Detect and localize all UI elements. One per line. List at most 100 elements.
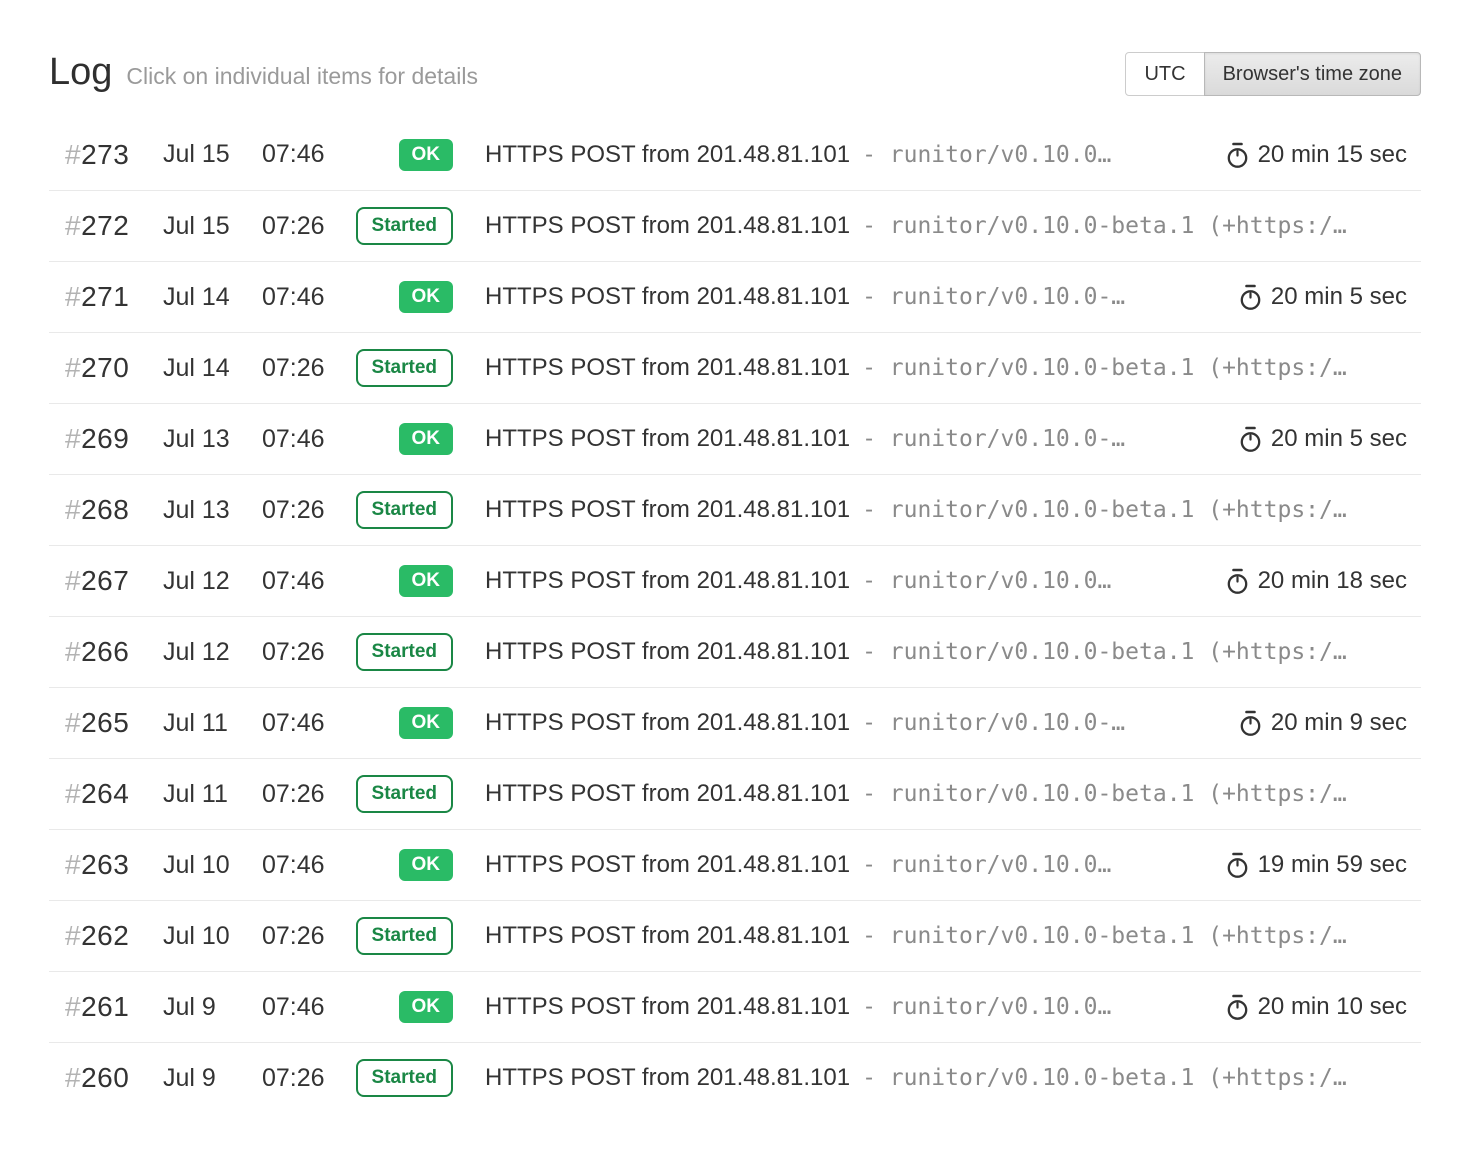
user-agent-text: - runitor/v0.10.0-beta.1 (+https:/… — [862, 497, 1347, 523]
browser-timezone-button[interactable]: Browser's time zone — [1204, 52, 1421, 96]
status-badge: OK — [399, 707, 454, 739]
event-id: #261 — [49, 991, 163, 1023]
user-agent-text: - runitor/v0.10.0… — [862, 852, 1111, 878]
log-row[interactable]: #262 Jul 10 07:26 Started HTTPS POST fro… — [49, 900, 1421, 971]
event-date: Jul 15 — [163, 212, 262, 241]
log-table: #273 Jul 15 07:46 OK HTTPS POST from 201… — [49, 119, 1421, 1113]
event-time: 07:26 — [262, 212, 358, 241]
status-badge: Started — [356, 349, 453, 387]
stopwatch-icon — [1238, 283, 1263, 311]
event-time: 07:46 — [262, 993, 358, 1022]
hash-prefix: # — [65, 352, 81, 383]
status-badge: OK — [399, 139, 454, 171]
event-id: #271 — [49, 281, 163, 313]
user-agent-text: - runitor/v0.10.0-beta.1 (+https:/… — [862, 355, 1347, 381]
event-time: 07:26 — [262, 922, 358, 951]
hash-prefix: # — [65, 565, 81, 596]
event-text: HTTPS POST from 201.48.81.101 — [485, 212, 850, 239]
event-duration: 20 min 9 sec — [1238, 709, 1421, 737]
user-agent-text: - runitor/v0.10.0-beta.1 (+https:/… — [862, 213, 1347, 239]
status-badge-cell: Started — [358, 1059, 453, 1097]
user-agent-text: - runitor/v0.10.0… — [862, 142, 1111, 168]
log-row[interactable]: #272 Jul 15 07:26 Started HTTPS POST fro… — [49, 190, 1421, 261]
status-badge-cell: Started — [358, 633, 453, 671]
log-row[interactable]: #265 Jul 11 07:46 OK HTTPS POST from 201… — [49, 687, 1421, 758]
user-agent-text: - runitor/v0.10.0-beta.1 (+https:/… — [862, 1065, 1347, 1091]
page-title: Log — [49, 50, 112, 94]
status-badge-cell: OK — [358, 707, 453, 739]
log-row[interactable]: #264 Jul 11 07:26 Started HTTPS POST fro… — [49, 758, 1421, 829]
event-number: 267 — [81, 565, 129, 596]
log-row[interactable]: #273 Jul 15 07:46 OK HTTPS POST from 201… — [49, 119, 1421, 190]
status-badge-cell: OK — [358, 281, 453, 313]
log-row[interactable]: #271 Jul 14 07:46 OK HTTPS POST from 201… — [49, 261, 1421, 332]
event-id: #265 — [49, 707, 163, 739]
duration-text: 20 min 9 sec — [1271, 709, 1407, 737]
event-duration: 20 min 5 sec — [1238, 283, 1421, 311]
event-date: Jul 13 — [163, 425, 262, 454]
duration-text: 19 min 59 sec — [1258, 851, 1407, 879]
status-badge-cell: OK — [358, 849, 453, 881]
event-description: HTTPS POST from 201.48.81.101 - runitor/v… — [485, 283, 1238, 311]
event-text: HTTPS POST from 201.48.81.101 — [485, 283, 850, 310]
log-page: Log Click on individual items for detail… — [0, 0, 1470, 1113]
event-text: HTTPS POST from 201.48.81.101 — [485, 141, 850, 168]
event-number: 271 — [81, 281, 129, 312]
status-badge-cell: Started — [358, 207, 453, 245]
event-description: HTTPS POST from 201.48.81.101- runitor/v… — [485, 638, 1421, 666]
utc-button[interactable]: UTC — [1125, 52, 1204, 96]
status-badge: OK — [399, 849, 454, 881]
status-badge-cell: Started — [358, 491, 453, 529]
event-id: #266 — [49, 636, 163, 668]
event-text: HTTPS POST from 201.48.81.101 — [485, 425, 850, 452]
log-row[interactable]: #260 Jul 9 07:26 Started HTTPS POST from… — [49, 1042, 1421, 1113]
status-badge-cell: OK — [358, 139, 453, 171]
user-agent-text: - runitor/v0.10.0-… — [862, 284, 1125, 310]
user-agent-text: - runitor/v0.10.0-… — [862, 426, 1125, 452]
event-id: #272 — [49, 210, 163, 242]
status-badge: Started — [356, 207, 453, 245]
event-text: HTTPS POST from 201.48.81.101 — [485, 496, 850, 523]
hash-prefix: # — [65, 636, 81, 667]
event-date: Jul 10 — [163, 851, 262, 880]
event-text: HTTPS POST from 201.48.81.101 — [485, 638, 850, 665]
user-agent-text: - runitor/v0.10.0-… — [862, 710, 1125, 736]
event-time: 07:46 — [262, 851, 358, 880]
event-description: HTTPS POST from 201.48.81.101 - runitor/v… — [485, 212, 1421, 240]
log-row[interactable]: #268 Jul 13 07:26 Started HTTPS POST fro… — [49, 474, 1421, 545]
event-number: 265 — [81, 707, 129, 738]
hash-prefix: # — [65, 210, 81, 241]
hash-prefix: # — [65, 991, 81, 1022]
log-row[interactable]: #269 Jul 13 07:46 OK HTTPS POST from 201… — [49, 403, 1421, 474]
event-text: HTTPS POST from 201.48.81.101 — [485, 567, 850, 594]
event-number: 262 — [81, 920, 129, 951]
event-time: 07:46 — [262, 140, 358, 169]
status-badge-cell: Started — [358, 917, 453, 955]
event-description: HTTPS POST from 201.48.81.101- runitor/v… — [485, 922, 1421, 950]
event-description: HTTPS POST from 201.48.81.101- runitor/v… — [485, 851, 1225, 879]
event-id: #260 — [49, 1062, 163, 1094]
stopwatch-icon — [1225, 567, 1250, 595]
event-time: 07:46 — [262, 283, 358, 312]
event-description: HTTPS POST from 201.48.81.101 - runitor/v… — [485, 141, 1225, 169]
event-duration: 20 min 10 sec — [1225, 993, 1421, 1021]
log-row[interactable]: #270 Jul 14 07:26 Started HTTPS POST fro… — [49, 332, 1421, 403]
event-date: Jul 14 — [163, 283, 262, 312]
log-row[interactable]: #261 Jul 9 07:46 OK HTTPS POST from 201.… — [49, 971, 1421, 1042]
event-number: 263 — [81, 849, 129, 880]
log-row[interactable]: #263 Jul 10 07:46 OK HTTPS POST from 201… — [49, 829, 1421, 900]
duration-text: 20 min 5 sec — [1271, 425, 1407, 453]
event-time: 07:46 — [262, 709, 358, 738]
stopwatch-icon — [1238, 709, 1263, 737]
event-time: 07:46 — [262, 567, 358, 596]
event-description: HTTPS POST from 201.48.81.101- runitor/v… — [485, 709, 1238, 737]
hash-prefix: # — [65, 139, 81, 170]
log-row[interactable]: #266 Jul 12 07:26 Started HTTPS POST fro… — [49, 616, 1421, 687]
event-id: #264 — [49, 778, 163, 810]
event-duration: 19 min 59 sec — [1225, 851, 1421, 879]
duration-text: 20 min 18 sec — [1258, 567, 1407, 595]
timezone-toggle: UTC Browser's time zone — [1125, 52, 1421, 96]
event-text: HTTPS POST from 201.48.81.101 — [485, 1064, 850, 1091]
log-row[interactable]: #267 Jul 12 07:46 OK HTTPS POST from 201… — [49, 545, 1421, 616]
event-duration: 20 min 18 sec — [1225, 567, 1421, 595]
